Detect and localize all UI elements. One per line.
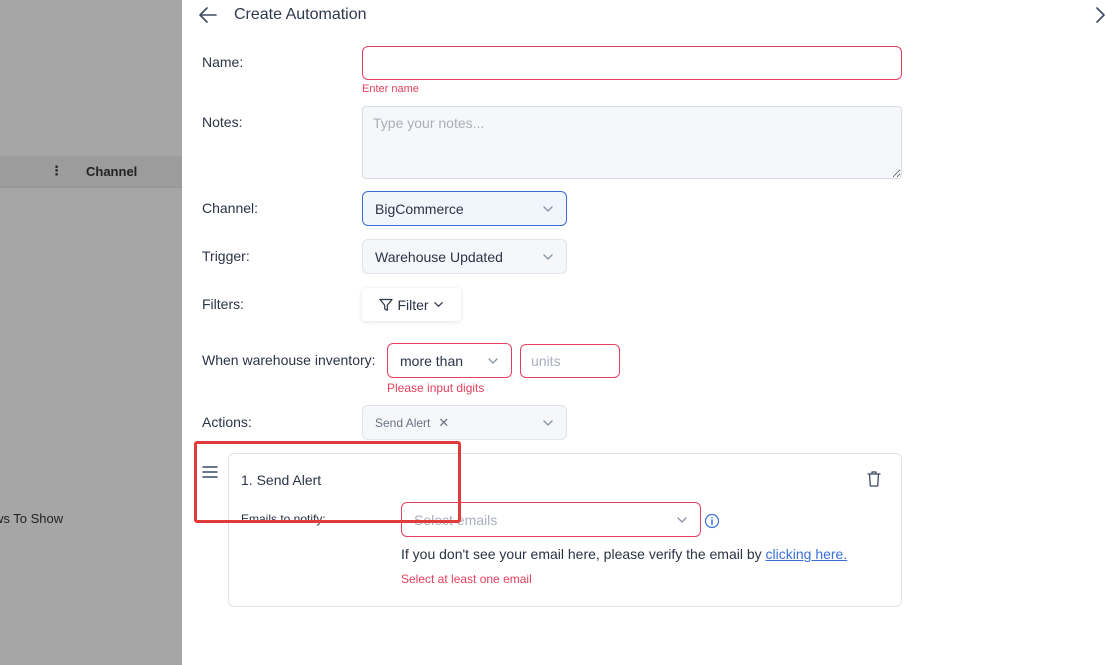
verify-email-link[interactable]: clicking here.: [766, 546, 848, 562]
chevron-down-icon: [543, 205, 553, 212]
inventory-label: When warehouse inventory:: [202, 352, 376, 368]
chevron-down-icon: [677, 516, 687, 523]
channel-select[interactable]: BigCommerce: [362, 191, 567, 226]
filter-button[interactable]: Filter: [362, 288, 461, 321]
trigger-label: Trigger:: [202, 248, 250, 264]
page-title: Create Automation: [234, 6, 367, 23]
background-column-header-channel: Channel: [86, 164, 138, 179]
chevron-down-icon: [433, 302, 443, 308]
inventory-operator-value: more than: [400, 352, 464, 369]
column-menu-icon: ⋮: [50, 163, 63, 178]
actions-label: Actions:: [202, 414, 252, 430]
send-alert-action-card: 1. Send Alert Emails to notify: Select e…: [228, 453, 902, 607]
background-rows-to-show: ws To Show: [0, 511, 64, 526]
chevron-down-icon: [543, 253, 553, 260]
back-arrow-icon[interactable]: [196, 3, 220, 27]
notes-textarea[interactable]: [362, 106, 902, 179]
filter-icon: [379, 298, 394, 311]
notes-label: Notes:: [202, 114, 243, 130]
inventory-error: Please input digits: [387, 381, 485, 395]
create-automation-drawer: Create Automation Name: Enter name Notes…: [182, 0, 1107, 665]
drag-handle-icon[interactable]: [202, 465, 218, 479]
info-icon[interactable]: [704, 513, 720, 529]
emails-select[interactable]: Select emails: [401, 502, 701, 537]
close-icon[interactable]: ✕: [438, 415, 449, 431]
emails-error: Select at least one email: [401, 572, 532, 586]
action-card-title: 1. Send Alert: [241, 472, 322, 488]
name-error: Enter name: [362, 83, 419, 95]
email-verify-hint: If you don't see your email here, please…: [401, 546, 847, 562]
actions-select[interactable]: Send Alert ✕: [362, 405, 567, 440]
emails-select-placeholder: Select emails: [414, 511, 498, 528]
email-verify-hint-text: If you don't see your email here, please…: [401, 546, 766, 562]
filter-button-label: Filter: [397, 296, 429, 313]
name-label: Name:: [202, 54, 244, 70]
channel-select-value: BigCommerce: [375, 200, 464, 217]
inventory-operator-select[interactable]: more than: [387, 343, 512, 378]
trash-icon[interactable]: [866, 470, 882, 488]
background-page: ⋮ Channel ws To Show: [0, 0, 182, 665]
chevron-right-icon[interactable]: [1094, 5, 1107, 25]
trigger-select[interactable]: Warehouse Updated: [362, 239, 567, 274]
chevron-down-icon: [543, 419, 553, 426]
channel-label: Channel:: [202, 200, 259, 216]
action-tag-send-alert: Send Alert: [375, 415, 431, 430]
chevron-down-icon: [488, 357, 498, 364]
inventory-units-input[interactable]: [520, 344, 620, 378]
name-input[interactable]: [362, 46, 902, 80]
emails-label: Emails to notify:: [241, 512, 326, 526]
trigger-select-value: Warehouse Updated: [375, 248, 503, 265]
filters-label: Filters:: [202, 296, 244, 312]
